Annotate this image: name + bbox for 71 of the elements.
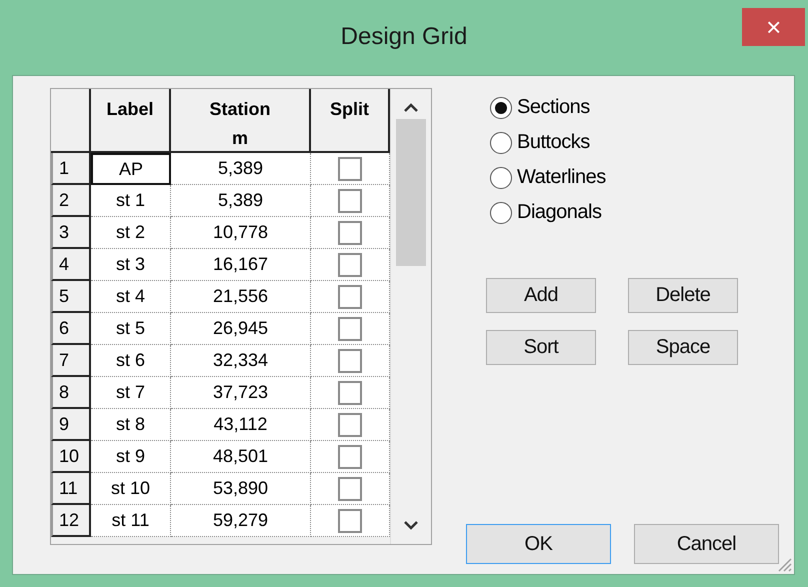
table-cell: 37,723 — [171, 377, 311, 409]
table-cell[interactable]: st 8 — [91, 409, 171, 441]
row-header: 1 — [51, 153, 91, 185]
close-button[interactable]: × — [742, 8, 805, 46]
checkbox[interactable] — [338, 252, 362, 276]
row-header: 8 — [51, 377, 91, 409]
scroll-down-icon[interactable] — [404, 520, 418, 530]
table-cell: 10,778 — [171, 217, 311, 249]
table-cell: 21,556 — [171, 281, 311, 313]
table-cell[interactable]: st 1 — [91, 185, 171, 217]
action-button[interactable]: Delete — [628, 278, 738, 313]
row-header: 3 — [51, 217, 91, 249]
window-title: Design Grid — [340, 22, 468, 50]
checkbox[interactable] — [338, 220, 362, 244]
table-cell[interactable]: st 10 — [91, 473, 171, 505]
table-cell[interactable]: st 6 — [91, 345, 171, 377]
action-button[interactable]: Space — [628, 330, 738, 365]
table-cell: 5,389 — [171, 185, 311, 217]
column-header: Split — [311, 89, 390, 153]
checkbox[interactable] — [338, 380, 362, 404]
row-header: 11 — [51, 473, 91, 505]
row-header: 12 — [51, 505, 91, 537]
table-cell: 32,334 — [171, 345, 311, 377]
column-header: Label — [91, 89, 171, 153]
radio-button[interactable] — [490, 202, 512, 224]
radio-label: Diagonals — [517, 201, 602, 224]
row-header: 9 — [51, 409, 91, 441]
table-cell: 48,501 — [171, 441, 311, 473]
row-header: 4 — [51, 249, 91, 281]
action-button[interactable]: Add — [486, 278, 596, 313]
checkbox[interactable] — [338, 188, 362, 212]
checkbox[interactable] — [338, 444, 362, 468]
scroll-thumb[interactable] — [396, 119, 426, 266]
table-cell: 16,167 — [171, 249, 311, 281]
checkbox[interactable] — [338, 284, 362, 308]
radio-label: Sections — [517, 96, 590, 119]
checkbox[interactable] — [338, 412, 362, 436]
row-header: 7 — [51, 345, 91, 377]
table-cell[interactable]: st 5 — [91, 313, 171, 345]
table-cell[interactable]: st 4 — [91, 281, 171, 313]
row-header: 10 — [51, 441, 91, 473]
table-cell[interactable]: st 9 — [91, 441, 171, 473]
radio-button[interactable] — [490, 132, 512, 154]
dialog-button[interactable]: OK — [466, 524, 611, 564]
column-header: Station m — [171, 89, 311, 153]
table-cell[interactable]: st 11 — [91, 505, 171, 537]
table-cell: 59,279 — [171, 505, 311, 537]
radio-button[interactable] — [490, 166, 512, 188]
radio-label: Waterlines — [517, 166, 606, 189]
action-button[interactable]: Sort — [486, 330, 596, 365]
checkbox[interactable] — [338, 316, 362, 340]
row-header: 5 — [51, 281, 91, 313]
dialog-button[interactable]: Cancel — [634, 524, 779, 564]
table-cell[interactable]: st 7 — [91, 377, 171, 409]
table-cell[interactable]: AP — [91, 153, 171, 185]
radio-button[interactable] — [490, 96, 512, 118]
table-cell: 5,389 — [171, 153, 311, 185]
table-cell[interactable]: st 2 — [91, 217, 171, 249]
table-cell: 43,112 — [171, 409, 311, 441]
checkbox[interactable] — [338, 156, 362, 180]
checkbox[interactable] — [338, 508, 362, 532]
row-header: 6 — [51, 313, 91, 345]
table-cell: 26,945 — [171, 313, 311, 345]
table-cell: 53,890 — [171, 473, 311, 505]
scroll-up-icon[interactable] — [404, 103, 418, 113]
radio-label: Buttocks — [517, 131, 590, 154]
table-cell[interactable]: st 3 — [91, 249, 171, 281]
checkbox[interactable] — [338, 476, 362, 500]
checkbox[interactable] — [338, 348, 362, 372]
row-header: 2 — [51, 185, 91, 217]
resize-grip-icon[interactable] — [776, 556, 792, 572]
